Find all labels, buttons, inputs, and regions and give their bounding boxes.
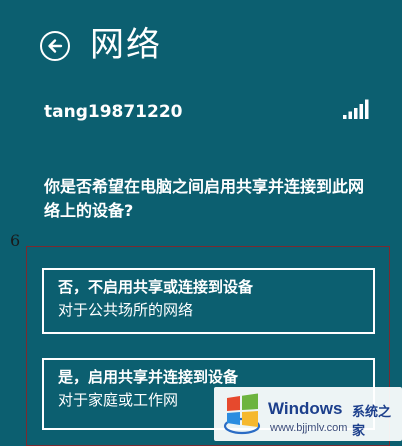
option-no-sharing[interactable]: 否，不启用共享或连接到设备 对于公共场所的网络 <box>42 268 375 334</box>
annotation-number: 6 <box>10 231 21 250</box>
watermark-url: www.bjjmlv.com <box>270 422 348 434</box>
watermark: Windows 系统之家 www.bjjmlv.com <box>214 387 402 441</box>
page-title: 网络 <box>90 25 162 65</box>
watermark-brand: Windows <box>268 399 343 418</box>
windows-logo-icon <box>223 393 261 435</box>
sharing-question: 你是否希望在电脑之间启用共享并连接到此网络上的设备? <box>44 177 365 220</box>
option-title: 否，不启用共享或连接到设备 <box>58 278 254 296</box>
back-arrow-icon <box>48 39 63 53</box>
option-subtitle: 对于公共场所的网络 <box>58 301 194 319</box>
back-button[interactable] <box>40 31 70 61</box>
network-name: tang19871220 <box>44 102 183 122</box>
wifi-signal-icon <box>343 99 369 119</box>
watermark-cn: 系统之家 <box>352 405 392 439</box>
option-title: 是，启用共享并连接到设备 <box>58 368 239 386</box>
